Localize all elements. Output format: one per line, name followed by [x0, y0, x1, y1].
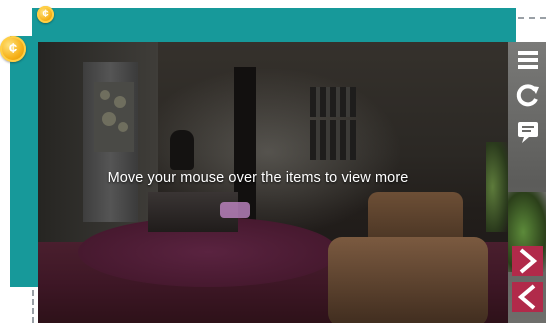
room-scene[interactable]: Move your mouse over the items to view m…	[38, 42, 508, 323]
left-teal-bar	[10, 36, 38, 287]
wall-art-left[interactable]	[94, 82, 134, 152]
comment-icon	[518, 122, 538, 143]
instruction-text: Move your mouse over the items to view m…	[107, 170, 409, 186]
hamburger-icon	[518, 51, 538, 69]
dashed-guide-vertical	[32, 290, 34, 323]
shelf-display-bottom[interactable]	[310, 120, 356, 160]
previous-button[interactable]	[512, 282, 543, 312]
chevron-left-icon	[517, 284, 536, 310]
shelf-display-top[interactable]	[310, 87, 356, 117]
restart-button[interactable]	[516, 84, 540, 108]
armchair-front[interactable]	[328, 237, 488, 323]
coin-badge-small[interactable]: ¢	[37, 6, 54, 23]
art-dot	[114, 96, 126, 108]
refresh-icon	[516, 84, 539, 107]
chevron-right-icon	[519, 248, 538, 274]
art-dot	[118, 122, 128, 132]
plant[interactable]	[486, 142, 508, 232]
sidebar-controls	[508, 42, 546, 323]
art-dot	[102, 112, 116, 126]
top-teal-bar	[32, 8, 516, 42]
art-dot	[100, 90, 110, 100]
dashed-guide-horizontal	[518, 17, 546, 19]
seated-person[interactable]	[170, 130, 194, 170]
menu-button[interactable]	[516, 48, 540, 72]
desk-item[interactable]	[220, 202, 250, 218]
coin-symbol: ¢	[42, 8, 49, 20]
app-frame: ¢ ¢ Move your mouse over the items to vi…	[0, 0, 546, 323]
coin-symbol: ¢	[8, 40, 18, 57]
next-button[interactable]	[512, 246, 543, 276]
coin-badge-large[interactable]: ¢	[0, 36, 26, 62]
comment-button[interactable]	[516, 120, 540, 144]
